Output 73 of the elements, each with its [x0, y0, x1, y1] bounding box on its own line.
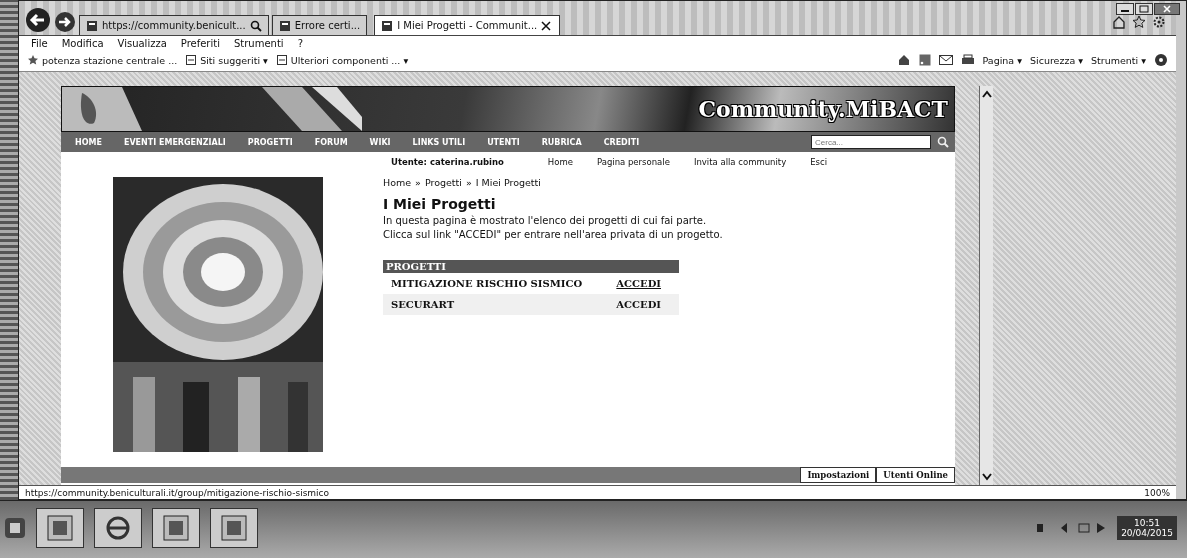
menu-item[interactable]: Preferiti — [180, 38, 220, 49]
scroll-down-icon[interactable] — [980, 473, 993, 481]
star-icon[interactable] — [1132, 15, 1146, 29]
search-field[interactable]: Cerca... — [811, 135, 931, 149]
menu-item[interactable]: File — [31, 38, 48, 49]
status-url: https://community.beniculturali.it/group/mitigazione-rischio-sismico — [25, 487, 330, 498]
start-icon[interactable] — [4, 516, 26, 539]
project-name: MITIGAZIONE RISCHIO SISMICO — [391, 278, 583, 289]
home-icon[interactable] — [1112, 15, 1126, 29]
star-icon — [27, 54, 39, 66]
menu-item[interactable]: Visualizza — [117, 38, 167, 49]
menu-item[interactable]: Strumenti — [233, 38, 284, 49]
access-link[interactable]: ACCEDI — [616, 278, 661, 289]
favorite-link[interactable]: Ulteriori componenti ... ▾ — [275, 54, 409, 66]
minimize-icon[interactable] — [1116, 3, 1134, 15]
user-link[interactable]: Invita alla community — [693, 157, 787, 167]
access-link[interactable]: ACCEDI — [616, 299, 661, 310]
nav-link[interactable]: EVENTI EMERGENZIALI — [123, 137, 226, 147]
table-header: PROGETTI — [383, 260, 679, 273]
search-icon[interactable] — [937, 136, 949, 148]
nav-link[interactable]: CREDITI — [603, 137, 640, 147]
browser-tab[interactable]: https://community.benicult... — [79, 15, 269, 35]
favorite-link[interactable]: potenza stazione centrale ... — [27, 54, 178, 66]
menu-item[interactable]: Modifica — [61, 38, 104, 49]
description-text: In questa pagina è mostrato l'elenco dei progetti di cui fai parte. — [383, 214, 708, 228]
browser-tab[interactable]: Errore certi... — [271, 15, 368, 35]
breadcrumb-separator: » — [415, 177, 421, 188]
site-logo[interactable]: Community.MiBACT — [698, 96, 948, 122]
forward-icon[interactable] — [54, 11, 76, 33]
nav-link[interactable]: PROGETTI — [247, 137, 293, 147]
command-menu[interactable]: Pagina ▾ — [982, 54, 1022, 66]
footer-button[interactable]: Impostazioni — [800, 467, 877, 483]
page-icon — [275, 54, 288, 66]
page-icon — [381, 19, 394, 32]
description-text: Clicca sul link "ACCEDI" per entrare nell'area privata di un progetto. — [383, 228, 723, 242]
user-link[interactable]: Pagina personale — [596, 157, 670, 167]
user-link[interactable]: Esci — [810, 157, 828, 167]
close-icon[interactable] — [541, 20, 552, 31]
breadcrumb-link[interactable]: I Miei Progetti — [475, 177, 541, 188]
close-icon[interactable] — [1154, 3, 1180, 15]
page-icon — [278, 19, 291, 32]
command-menu[interactable]: Strumenti ▾ — [1091, 54, 1146, 66]
zoom-level[interactable]: 100% — [1144, 487, 1170, 498]
menu-item[interactable]: ? — [297, 38, 303, 49]
nav-link[interactable]: RUBRICA — [541, 137, 582, 147]
breadcrumb-separator: » — [465, 177, 472, 188]
breadcrumb-link[interactable]: Home — [383, 177, 412, 188]
nav-link[interactable]: FORUM — [314, 137, 348, 147]
nav-link[interactable]: WIKI — [369, 137, 391, 147]
clock-date: 20/04/2015 — [1121, 527, 1173, 538]
clock-time: 10:51 — [1134, 517, 1161, 528]
nav-link[interactable]: HOME — [75, 137, 102, 147]
back-icon[interactable] — [25, 7, 51, 33]
command-menu[interactable]: Sicurezza ▾ — [1030, 54, 1084, 66]
nav-link[interactable]: LINKS UTILI — [412, 137, 466, 147]
favorite-link[interactable]: Siti suggeriti ▾ — [185, 54, 268, 66]
browser-tab[interactable]: I Miei Progetti - Communit... — [374, 15, 561, 35]
scroll-up-icon[interactable] — [980, 90, 993, 98]
settings-icon[interactable] — [1152, 15, 1166, 29]
page-icon — [86, 19, 98, 32]
breadcrumb-link[interactable]: Progetti — [424, 177, 462, 188]
scrollbar[interactable] — [979, 86, 993, 485]
home-icon[interactable] — [896, 54, 911, 66]
nav-link[interactable]: UTENTI — [487, 137, 520, 147]
footer-button[interactable]: Utenti Online — [876, 467, 955, 483]
page-title: I Miei Progetti — [383, 196, 497, 212]
mail-icon[interactable] — [938, 54, 953, 66]
user-name: Utente: caterina.rubino — [391, 157, 504, 167]
search-icon — [249, 19, 262, 32]
page-icon — [185, 54, 198, 66]
project-name: SECURART — [391, 299, 455, 310]
printer-icon[interactable] — [960, 54, 975, 66]
user-link[interactable]: Home — [547, 157, 573, 167]
